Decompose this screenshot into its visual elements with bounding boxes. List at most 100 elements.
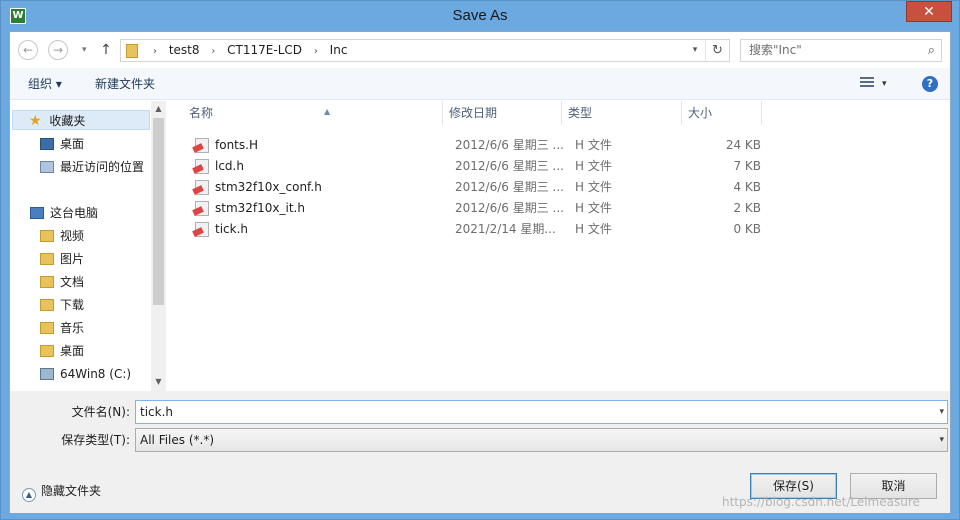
filetype-label: 保存类型(T): — [61, 433, 130, 447]
refresh-icon[interactable]: ↻ — [705, 40, 729, 61]
address-bar[interactable]: › test8 › CT117E-LCD › Inc ▾ ↻ — [120, 39, 730, 62]
scrollbar-thumb[interactable] — [153, 118, 164, 305]
view-options-icon[interactable] — [860, 77, 874, 91]
breadcrumb-item-inc[interactable]: Inc — [330, 43, 348, 57]
up-arrow-icon: ↑ — [100, 42, 112, 58]
column-header-size[interactable]: 大小 — [682, 101, 762, 125]
breadcrumb-separator: › — [153, 46, 157, 57]
file-date: 2012/6/6 星期三 ... — [455, 138, 564, 152]
header-file-icon — [195, 138, 209, 153]
sidebar-item-favorites[interactable]: ★ 收藏夹 — [12, 110, 150, 130]
header-file-icon — [195, 180, 209, 195]
sidebar-item-desktop[interactable]: 桌面 — [40, 134, 84, 154]
videos-folder-icon — [40, 230, 54, 242]
file-type: H 文件 — [575, 222, 612, 236]
sidebar-item-documents[interactable]: 文档 — [40, 272, 84, 292]
table-row[interactable]: tick.h 2021/2/14 星期... H 文件 0 KB — [183, 219, 763, 240]
window-title: Save As — [452, 7, 508, 24]
table-row[interactable]: stm32f10x_it.h 2012/6/6 星期三 ... H 文件 2 K… — [183, 198, 763, 219]
filetype-value: All Files (*.*) — [140, 433, 215, 447]
sidebar-item-recent-places[interactable]: 最近访问的位置 — [40, 157, 144, 177]
recent-places-icon — [40, 161, 54, 173]
scroll-up-icon[interactable]: ▲ — [151, 102, 166, 116]
file-date: 2012/6/6 星期三 ... — [455, 159, 564, 173]
organize-button[interactable]: 组织 ▾ — [28, 68, 62, 100]
pictures-folder-icon — [40, 253, 54, 265]
address-row: ← → ▾ ↑ › test8 › CT117E-LCD › Inc ▾ ↻ 搜… — [10, 32, 950, 68]
navigation-pane: ★ 收藏夹 桌面 最近访问的位置 这台电脑 视频 图片 文档 下载 音乐 桌面 … — [10, 101, 166, 391]
chevron-down-icon[interactable]: ▾ — [939, 429, 944, 451]
title-bar[interactable]: W Save As ✕ — [1, 1, 959, 31]
header-file-icon — [195, 201, 209, 216]
sidebar-item-desktop-folder[interactable]: 桌面 — [40, 341, 84, 361]
column-header-date[interactable]: 修改日期 — [443, 101, 562, 125]
forward-arrow-icon: → — [52, 43, 64, 57]
save-as-dialog: W Save As ✕ ← → ▾ ↑ › test8 › CT117E-LCD… — [0, 0, 960, 520]
file-name: fonts.H — [215, 138, 258, 152]
breadcrumb-item-test8[interactable]: test8 — [169, 43, 200, 57]
sidebar-item-music[interactable]: 音乐 — [40, 318, 84, 338]
sidebar-item-label: 视频 — [60, 229, 85, 243]
breadcrumb-item-ct117e-lcd[interactable]: CT117E-LCD — [227, 43, 302, 57]
sidebar-item-downloads[interactable]: 下载 — [40, 295, 84, 315]
breadcrumb-separator: › — [211, 46, 216, 57]
file-size: 7 KB — [733, 159, 761, 173]
sidebar-item-label: 下载 — [60, 298, 85, 312]
command-toolbar: 组织 ▾ 新建文件夹 ▾ ? — [10, 68, 950, 100]
recent-locations-dropdown[interactable]: ▾ — [82, 40, 94, 60]
view-options-dropdown[interactable]: ▾ — [882, 68, 887, 100]
new-folder-button[interactable]: 新建文件夹 — [95, 68, 155, 100]
column-header-name[interactable]: ▲ 名称 — [183, 101, 443, 125]
dialog-body: ← → ▾ ↑ › test8 › CT117E-LCD › Inc ▾ ↻ 搜… — [9, 31, 951, 513]
table-row[interactable]: stm32f10x_conf.h 2012/6/6 星期三 ... H 文件 4… — [183, 177, 763, 198]
search-input[interactable]: 搜索"Inc" ⌕ — [740, 39, 942, 62]
hide-folders-label: 隐藏文件夹 — [41, 484, 102, 498]
desktop-folder-icon — [40, 345, 54, 357]
table-row[interactable]: lcd.h 2012/6/6 星期三 ... H 文件 7 KB — [183, 156, 763, 177]
search-placeholder: 搜索"Inc" — [749, 43, 802, 57]
sidebar-item-videos[interactable]: 视频 — [40, 226, 84, 246]
navigation-scrollbar[interactable]: ▲ ▼ — [151, 101, 166, 391]
sidebar-item-label: 64Win8 (C:) — [60, 367, 132, 381]
back-button[interactable]: ← — [18, 40, 38, 60]
file-size: 4 KB — [733, 180, 761, 194]
filename-label: 文件名(N): — [71, 405, 130, 419]
breadcrumb: › test8 › CT117E-LCD › Inc — [145, 40, 347, 61]
sidebar-item-this-pc[interactable]: 这台电脑 — [30, 203, 98, 223]
back-arrow-icon: ← — [22, 43, 34, 57]
hide-folders-toggle[interactable]: ▲ 隐藏文件夹 — [22, 481, 102, 502]
chevron-up-icon: ▲ — [22, 488, 36, 502]
drive-icon — [40, 368, 54, 380]
sidebar-item-pictures[interactable]: 图片 — [40, 249, 84, 269]
file-size: 24 KB — [725, 138, 761, 152]
downloads-folder-icon — [40, 299, 54, 311]
computer-icon — [30, 207, 44, 219]
file-size: 2 KB — [733, 201, 761, 215]
sidebar-item-label: 桌面 — [60, 344, 85, 358]
sidebar-item-label: 这台电脑 — [50, 206, 99, 220]
folder-icon — [126, 44, 138, 58]
column-header-type[interactable]: 类型 — [562, 101, 682, 125]
filename-input[interactable]: tick.h ▾ — [135, 400, 948, 424]
sidebar-item-label: 桌面 — [60, 137, 85, 151]
column-header-label: 名称 — [189, 106, 214, 120]
filename-value: tick.h — [140, 405, 174, 419]
help-icon[interactable]: ? — [922, 76, 938, 92]
forward-button[interactable]: → — [48, 40, 68, 60]
search-icon[interactable]: ⌕ — [928, 40, 935, 61]
sidebar-item-drive-c[interactable]: 64Win8 (C:) — [40, 364, 131, 384]
sidebar-item-label: 文档 — [60, 275, 85, 289]
filetype-select[interactable]: All Files (*.*) ▾ — [135, 428, 948, 452]
close-button[interactable]: ✕ — [906, 1, 952, 22]
file-type: H 文件 — [575, 159, 612, 173]
file-size: 0 KB — [733, 222, 761, 236]
address-dropdown-icon[interactable]: ▾ — [687, 40, 703, 61]
table-row[interactable]: fonts.H 2012/6/6 星期三 ... H 文件 24 KB — [183, 135, 763, 156]
save-options-panel: 文件名(N): tick.h ▾ 保存类型(T): All Files (*.*… — [10, 391, 950, 513]
chevron-down-icon[interactable]: ▾ — [939, 401, 944, 423]
up-folder-button[interactable]: ↑ — [98, 40, 114, 60]
file-name: stm32f10x_it.h — [215, 201, 305, 215]
header-file-icon — [195, 159, 209, 174]
sidebar-item-label: 音乐 — [60, 321, 85, 335]
scroll-down-icon[interactable]: ▼ — [151, 375, 166, 389]
